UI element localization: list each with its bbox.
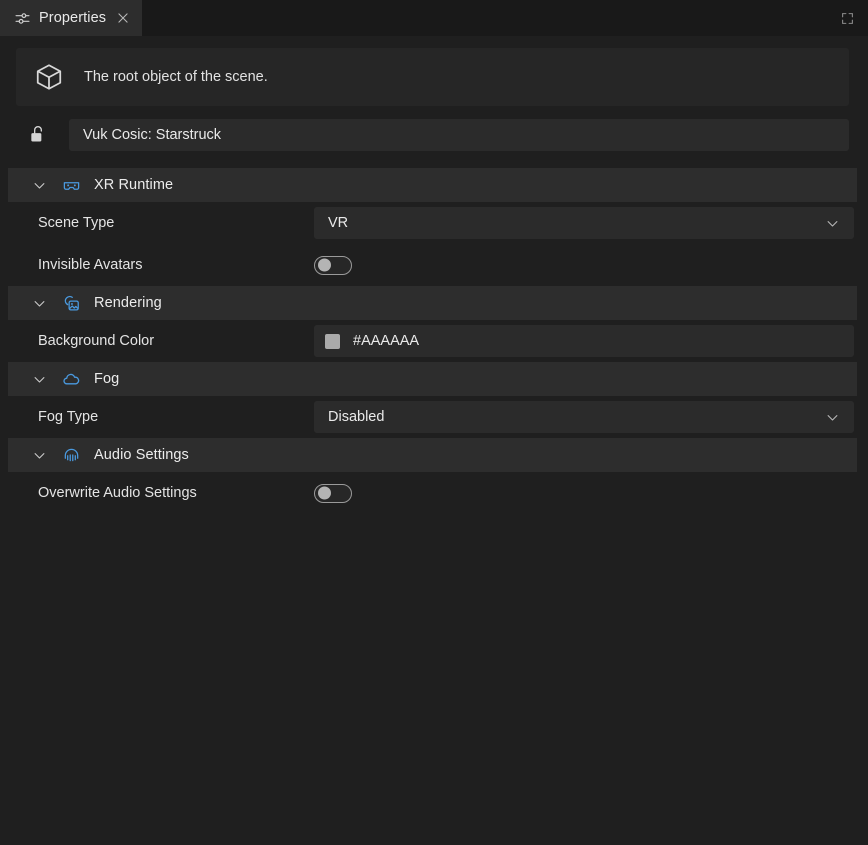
tab-bar: Properties [0,0,868,36]
object-name-value: Vuk Cosic: Starstruck [83,127,222,143]
property-label: Background Color [38,333,155,349]
unlocked-padlock-icon[interactable] [28,124,48,146]
property-label: Invisible Avatars [38,257,143,273]
overwrite-audio-settings-toggle[interactable] [314,483,352,503]
background-color-field[interactable]: #AAAAAA [314,325,854,357]
property-control: VR [314,207,854,239]
property-row-invisible-avatars: Invisible Avatars [8,244,857,286]
tab-properties[interactable]: Properties [0,0,143,36]
cube-icon [34,62,64,92]
object-name-row: Vuk Cosic: Starstruck [16,119,849,151]
chevron-down-icon [32,178,47,193]
section-title: Fog [94,371,120,387]
color-swatch[interactable] [325,333,340,349]
cloud-icon [62,370,81,389]
tab-bar-spacer [142,0,832,36]
fog-type-dropdown[interactable]: Disabled [314,401,854,433]
properties-panel: The root object of the scene. Vuk Cosic:… [0,36,868,845]
section-title: XR Runtime [94,177,174,193]
background-color-value: #AAAAAA [353,333,420,349]
chevron-down-icon [825,410,840,425]
toggle-knob [318,258,331,272]
scene-type-value: VR [328,215,349,231]
sliders-settings-icon [14,10,31,27]
vr-headset-icon [62,176,81,195]
property-control [314,255,854,275]
property-control [314,483,854,503]
object-description-card: The root object of the scene. [16,48,849,106]
section-title: Audio Settings [94,447,189,463]
section-header-audio-settings[interactable]: Audio Settings [8,438,857,472]
toggle-knob [318,486,331,500]
object-description-text: The root object of the scene. [84,69,268,85]
scene-type-dropdown[interactable]: VR [314,207,854,239]
property-row-fog-type: Fog Type Disabled [8,396,857,438]
close-icon[interactable] [116,11,130,25]
section-title: Rendering [94,295,162,311]
property-row-overwrite-audio-settings: Overwrite Audio Settings [8,472,857,514]
property-row-background-color: Background Color #AAAAAA [8,320,857,362]
property-control: Disabled [314,401,854,433]
chevron-down-icon [32,448,47,463]
property-control: #AAAAAA [314,325,854,357]
tab-label: Properties [39,10,107,26]
property-row-scene-type: Scene Type VR [8,202,857,244]
property-label: Overwrite Audio Settings [38,485,197,501]
property-label: Scene Type [38,215,115,231]
chevron-down-icon [32,372,47,387]
section-header-rendering[interactable]: Rendering [8,286,857,320]
panel-content: The root object of the scene. Vuk Cosic:… [8,48,857,845]
chevron-down-icon [825,216,840,231]
section-header-fog[interactable]: Fog [8,362,857,396]
invisible-avatars-toggle[interactable] [314,255,352,275]
headphones-icon [62,446,81,465]
section-header-xr-runtime[interactable]: XR Runtime [8,168,857,202]
chevron-down-icon [32,296,47,311]
expand-fullscreen-icon[interactable] [832,0,862,36]
properties-window: Properties The root object of the scene.… [0,0,868,845]
fog-type-value: Disabled [328,409,385,425]
object-name-input[interactable]: Vuk Cosic: Starstruck [69,119,849,151]
render-image-icon [62,294,81,313]
property-label: Fog Type [38,409,99,425]
